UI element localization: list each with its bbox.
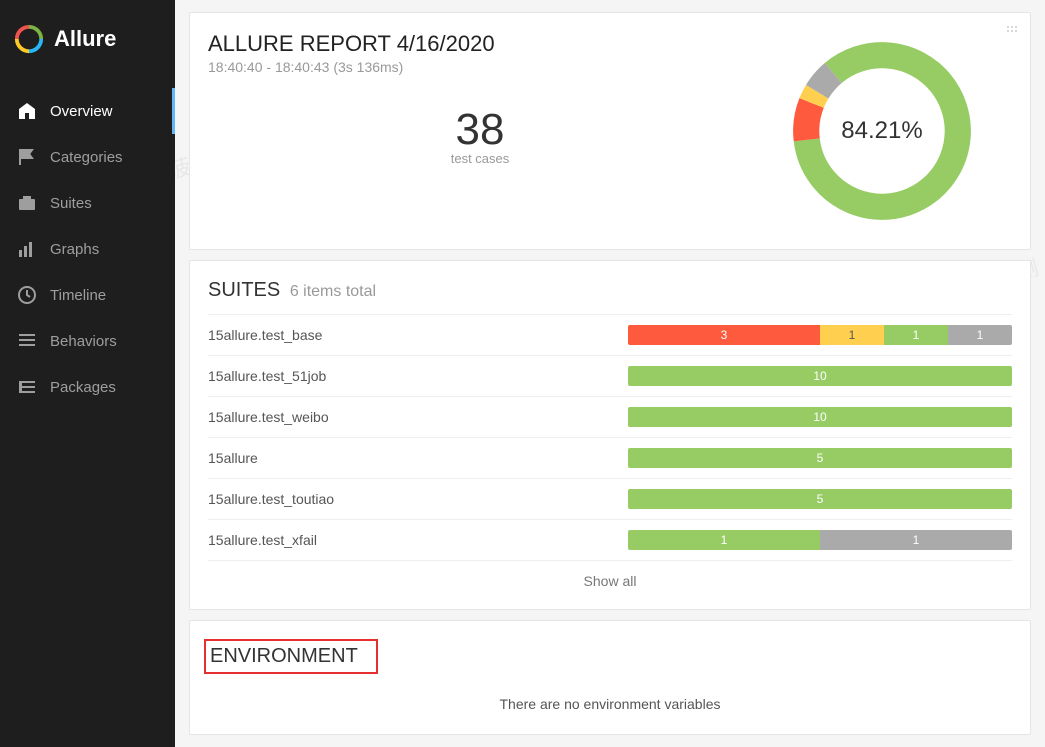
environment-title: ENVIRONMENT — [210, 645, 358, 667]
show-all-link[interactable]: Show all — [208, 560, 1012, 591]
nav-item-label: Suites — [50, 195, 92, 212]
suite-row[interactable]: 15allure.test_toutiao5 — [208, 478, 1012, 519]
suite-bar: 11 — [628, 530, 1012, 550]
list-icon — [18, 332, 36, 350]
home-icon — [18, 102, 36, 120]
nav-item-packages[interactable]: Packages — [0, 364, 175, 410]
layers-icon — [18, 378, 36, 396]
suite-segment-green: 5 — [628, 448, 1012, 468]
suite-name: 15allure.test_51job — [208, 368, 628, 384]
summary-left: ALLURE REPORT 4/16/2020 18:40:40 - 18:40… — [208, 31, 752, 231]
app-name: Allure — [54, 26, 116, 52]
suite-row[interactable]: 15allure.test_51job10 — [208, 355, 1012, 396]
suites-subtitle: 6 items total — [290, 283, 376, 300]
suites-card: SUITES 6 items total 15allure.test_base3… — [189, 260, 1031, 610]
nav-item-label: Timeline — [50, 287, 106, 304]
test-cases-count: 38 — [208, 105, 752, 155]
nav-item-categories[interactable]: Categories — [0, 134, 175, 180]
suite-row[interactable]: 15allure5 — [208, 437, 1012, 478]
flag-icon — [18, 148, 36, 166]
pass-rate-pct: 84.21% — [841, 117, 922, 145]
nav-item-behaviors[interactable]: Behaviors — [0, 318, 175, 364]
environment-title-box: ENVIRONMENT — [204, 639, 378, 674]
main: 小菠萝测试笔记 小菠萝测试笔记 小菠萝测试笔记 小菠萝测试笔记 小菠萝测试笔记 … — [175, 0, 1045, 747]
suite-segment-green: 10 — [628, 366, 1012, 386]
suite-row[interactable]: 15allure.test_xfail11 — [208, 519, 1012, 560]
suites-title-text: SUITES — [208, 279, 280, 301]
suite-name: 15allure — [208, 450, 628, 466]
allure-logo-icon — [14, 24, 44, 54]
suite-row[interactable]: 15allure.test_weibo10 — [208, 396, 1012, 437]
nav-item-label: Behaviors — [50, 333, 117, 350]
nav-item-label: Categories — [50, 149, 123, 166]
suite-name: 15allure.test_base — [208, 327, 628, 343]
pass-rate-donut: 84.21% — [782, 31, 982, 231]
suite-bar: 5 — [628, 489, 1012, 509]
test-cases-label: test cases — [208, 151, 752, 166]
suite-bar: 10 — [628, 366, 1012, 386]
clock-icon — [18, 286, 36, 304]
nav-item-overview[interactable]: Overview — [0, 88, 175, 134]
nav-item-suites[interactable]: Suites — [0, 180, 175, 226]
test-cases-stat: 38 test cases — [208, 105, 752, 166]
nav-item-label: Graphs — [50, 241, 99, 258]
suite-name: 15allure.test_weibo — [208, 409, 628, 425]
nav-item-timeline[interactable]: Timeline — [0, 272, 175, 318]
briefcase-icon — [18, 194, 36, 212]
suite-segment-red: 3 — [628, 325, 820, 345]
suite-segment-green: 5 — [628, 489, 1012, 509]
suite-segment-yellow: 1 — [820, 325, 884, 345]
suite-segment-green: 1 — [628, 530, 820, 550]
suites-title: SUITES 6 items total — [208, 279, 1012, 302]
summary-card: ALLURE REPORT 4/16/2020 18:40:40 - 18:40… — [189, 12, 1031, 250]
report-time: 18:40:40 - 18:40:43 (3s 136ms) — [208, 59, 752, 75]
suite-bar: 3111 — [628, 325, 1012, 345]
suite-row[interactable]: 15allure.test_base3111 — [208, 314, 1012, 355]
logo-row: Allure — [0, 0, 175, 78]
nav-item-label: Overview — [50, 103, 113, 120]
report-title: ALLURE REPORT 4/16/2020 — [208, 31, 752, 57]
nav: Overview Categories Suites Graphs Timeline Be… — [0, 78, 175, 410]
bars-icon — [18, 240, 36, 258]
sidebar: Allure Overview Categories Suites Graphs Tim… — [0, 0, 175, 747]
environment-card: ENVIRONMENT There are no environment var… — [189, 620, 1031, 735]
suite-segment-green: 1 — [884, 325, 948, 345]
suite-list: 15allure.test_base311115allure.test_51jo… — [208, 314, 1012, 560]
suite-name: 15allure.test_toutiao — [208, 491, 628, 507]
suite-bar: 5 — [628, 448, 1012, 468]
nav-item-label: Packages — [50, 379, 116, 396]
suite-segment-green: 10 — [628, 407, 1012, 427]
suite-bar: 10 — [628, 407, 1012, 427]
suite-name: 15allure.test_xfail — [208, 532, 628, 548]
summary-right: 84.21% — [752, 31, 1012, 231]
nav-item-graphs[interactable]: Graphs — [0, 226, 175, 272]
suite-segment-gray: 1 — [820, 530, 1012, 550]
environment-empty: There are no environment variables — [208, 688, 1012, 716]
suite-segment-gray: 1 — [948, 325, 1012, 345]
